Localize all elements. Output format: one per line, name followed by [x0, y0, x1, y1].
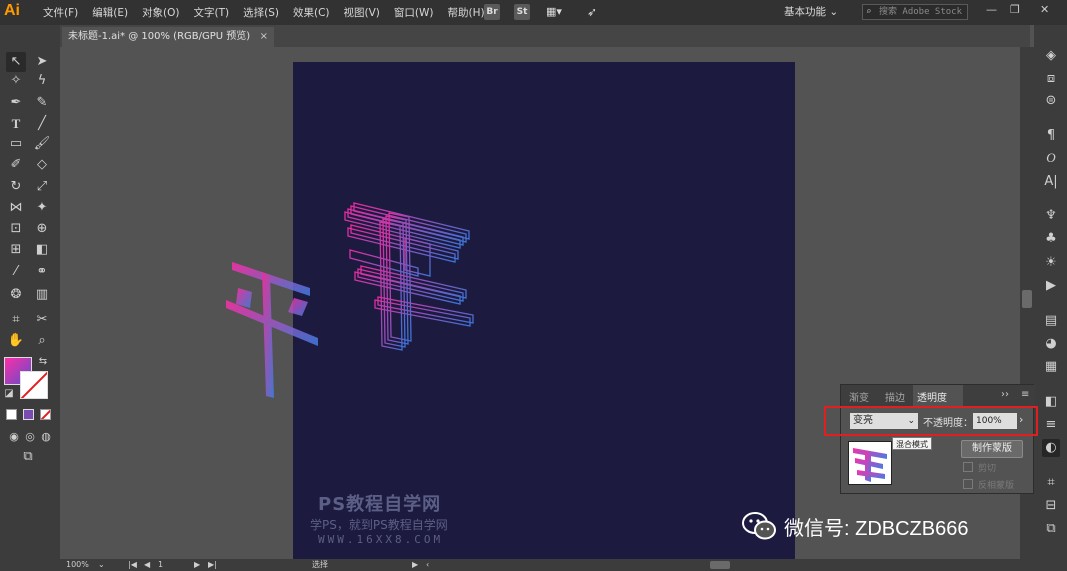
stroke-panel-icon[interactable]: ≡ — [1042, 416, 1060, 434]
first-artboard-icon[interactable]: |◀ — [128, 559, 137, 571]
color-guide-icon[interactable]: ◕ — [1042, 335, 1060, 353]
watermark-url: WWW.16XX8.COM — [318, 533, 444, 546]
layers-icon[interactable]: ◈ — [1042, 47, 1060, 65]
graphic-styles-icon[interactable]: ▦ — [1042, 358, 1060, 376]
status-menu-icon[interactable]: ▶ — [412, 559, 418, 571]
character-icon[interactable]: A| — [1042, 173, 1060, 191]
transparency-panel-icon[interactable]: ◐ — [1042, 439, 1060, 457]
wechat-icon — [742, 512, 776, 540]
status-selection-label: 选择 — [312, 560, 328, 569]
transform-icon[interactable]: ⌗ — [1042, 474, 1060, 492]
transparency-panel: 渐变 描边 透明度 ›› ≡ 变亮 ⌄ 不透明度： 100% › 混合模式 制作… — [840, 384, 1035, 494]
invert-mask-checkbox[interactable] — [963, 479, 973, 489]
symbols-icon[interactable]: ♣ — [1042, 230, 1060, 248]
tab-transparency[interactable]: 透明度 — [917, 389, 947, 404]
libraries-icon[interactable]: ⊜ — [1042, 92, 1060, 110]
invert-mask-label: 反相蒙版 — [978, 481, 1015, 491]
appearance-icon[interactable]: ☀ — [1042, 254, 1060, 272]
previous-artboard-icon[interactable]: ◀ — [144, 559, 150, 571]
tab-stroke[interactable]: 描边 — [885, 389, 905, 404]
wechat-id: 微信号: ZDBCZB666 — [784, 517, 969, 540]
chevron-down-icon[interactable]: ⌄ — [98, 559, 105, 571]
last-artboard-icon[interactable]: ▶| — [208, 559, 217, 571]
swatches-icon[interactable]: ▤ — [1042, 312, 1060, 330]
thumbnail-artwork — [853, 448, 887, 482]
3d-character-artwork[interactable] — [344, 202, 474, 351]
watermark-title: PS教程自学网 — [318, 494, 442, 515]
panel-tab-row: 渐变 描边 透明度 ›› ≡ — [841, 385, 1035, 407]
panel-dock: ◈ ⧈ ⊜ ¶ O A| ♆ ♣ ☀ ▶ ▤ ◕ ▦ ◧ ≡ ◐ ⌗ ⊟ ⧉ — [1034, 25, 1067, 571]
panel-menu-icon[interactable]: ≡ — [1021, 389, 1029, 400]
illustrator-window: Ai 文件(F) 编辑(E) 对象(O) 文字(T) 选择(S) 效果(C) 视… — [0, 0, 1067, 571]
artboards-icon[interactable]: ⧈ — [1042, 70, 1060, 88]
object-thumbnail — [848, 441, 892, 485]
pathfinder-icon[interactable]: ⧉ — [1042, 520, 1060, 538]
opentype-icon[interactable]: O — [1042, 149, 1060, 167]
collapse-panel-icon[interactable]: ›› — [1001, 389, 1009, 400]
clip-checkbox[interactable] — [963, 462, 973, 472]
horizontal-scrollbar-thumb[interactable] — [710, 561, 730, 569]
actions-icon[interactable]: ▶ — [1042, 277, 1060, 295]
status-bar: 100% ⌄ |◀ ◀ 1 ▶ ▶| 选择 ▶ ‹ — [60, 559, 1034, 571]
flat-character-artwork[interactable] — [226, 262, 318, 398]
clip-label: 剪切 — [978, 464, 997, 474]
align-icon[interactable]: ⊟ — [1042, 497, 1060, 515]
paragraph-icon[interactable]: ¶ — [1042, 127, 1060, 145]
blend-mode-tooltip: 混合模式 — [892, 437, 932, 450]
watermark-subtitle: 学PS，就到PS教程自学网 — [310, 518, 448, 532]
wechat-watermark: 微信号: ZDBCZB666 — [742, 508, 968, 544]
make-mask-button[interactable]: 制作蒙版 — [961, 440, 1023, 458]
tab-gradient[interactable]: 渐变 — [849, 389, 869, 404]
zoom-level[interactable]: 100% — [66, 559, 89, 571]
artboard-number[interactable]: 1 — [158, 559, 163, 571]
gradient-panel-icon[interactable]: ◧ — [1042, 393, 1060, 411]
highlight-box — [824, 406, 1038, 436]
scroll-left-icon[interactable]: ‹ — [426, 559, 429, 571]
brushes-icon[interactable]: ♆ — [1042, 207, 1060, 225]
scrollbar-thumb[interactable] — [1022, 290, 1032, 308]
next-artboard-icon[interactable]: ▶ — [194, 559, 200, 571]
